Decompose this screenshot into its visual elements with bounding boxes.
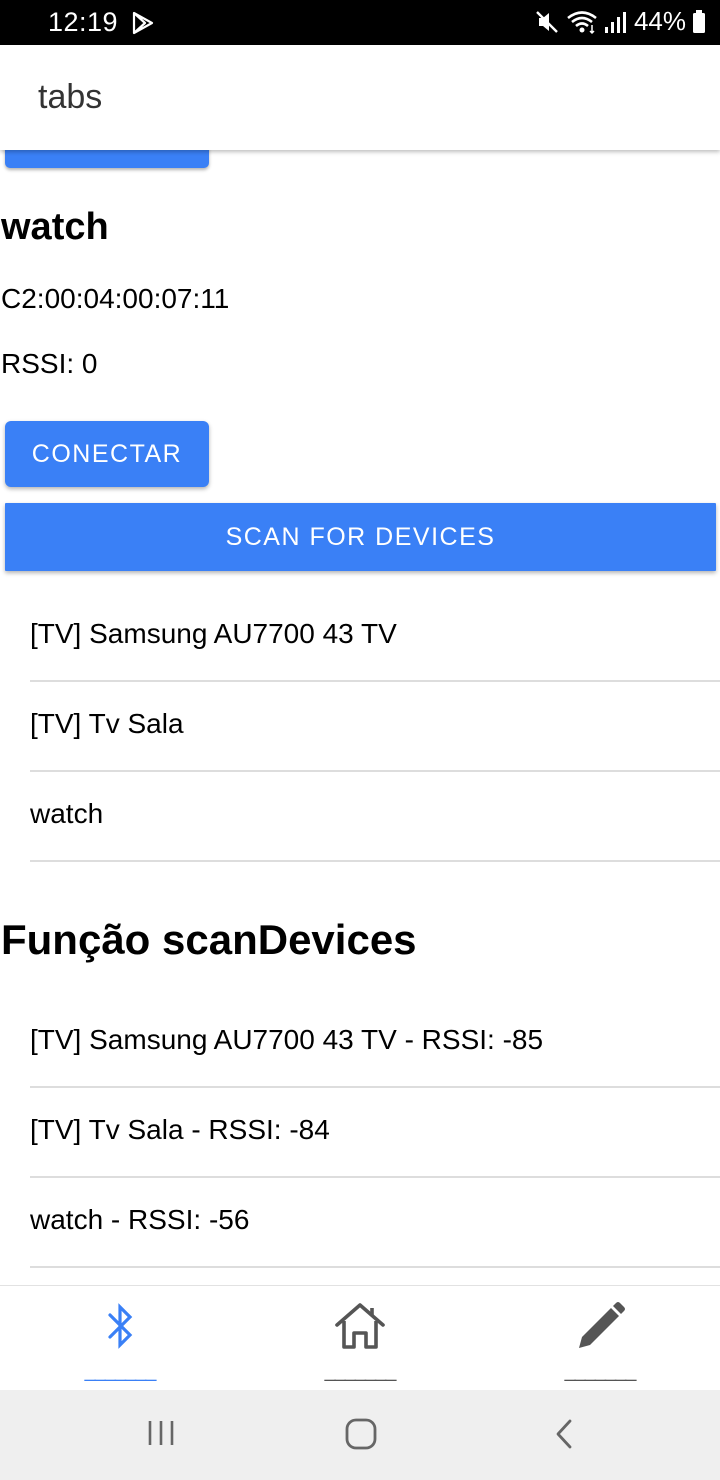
status-bar: 12:19 44% xyxy=(0,0,720,45)
app-title: tabs xyxy=(38,78,103,116)
previous-connect-button[interactable] xyxy=(5,150,209,168)
list-item[interactable]: [TV] Tv Sala xyxy=(30,682,720,772)
list-item[interactable]: [TV] Samsung AU7700 43 TV - RSSI: -85 xyxy=(30,998,720,1088)
tab-label: _______ xyxy=(84,1360,157,1382)
app-bar: tabs xyxy=(0,45,720,150)
scan-for-devices-button[interactable]: SCAN FOR DEVICES xyxy=(5,503,716,571)
home-icon xyxy=(335,1303,385,1349)
bluetooth-icon xyxy=(108,1303,133,1349)
section-title: Função scanDevices xyxy=(1,916,417,963)
devices-list: [TV] Samsung AU7700 43 TV [TV] Tv Sala w… xyxy=(30,592,720,862)
back-icon[interactable] xyxy=(552,1418,576,1450)
device-mac-address: C2:00:04:00:07:11 xyxy=(1,283,230,314)
tab-label: _______ xyxy=(324,1360,397,1382)
wifi-icon xyxy=(567,10,597,34)
battery-percent: 44% xyxy=(633,6,686,36)
mute-icon xyxy=(536,10,558,33)
tab-edit[interactable]: _______ xyxy=(480,1286,720,1391)
device-rssi: RSSI: 0 xyxy=(1,348,98,379)
tab-bluetooth[interactable]: _______ xyxy=(0,1286,240,1391)
list-item[interactable]: [TV] Tv Sala - RSSI: -84 xyxy=(30,1088,720,1178)
list-item[interactable]: watch xyxy=(30,772,720,862)
pencil-icon xyxy=(579,1302,625,1348)
device-name: watch xyxy=(1,206,109,248)
list-item[interactable] xyxy=(30,1268,720,1285)
scan-results-list: [TV] Samsung AU7700 43 TV - RSSI: -85 [T… xyxy=(30,998,720,1285)
status-icons: 44% xyxy=(534,6,706,37)
home-button-icon[interactable] xyxy=(345,1418,377,1450)
signal-icon xyxy=(604,11,626,33)
status-time: 12:19 xyxy=(48,7,119,37)
tab-home[interactable]: _______ xyxy=(240,1286,480,1391)
main-content[interactable]: watch C2:00:04:00:07:11 RSSI: 0 CONECTAR… xyxy=(0,150,720,1285)
connect-button[interactable]: CONECTAR xyxy=(5,421,209,487)
list-item[interactable]: watch - RSSI: -56 xyxy=(30,1178,720,1268)
play-store-icon xyxy=(132,11,154,35)
battery-icon xyxy=(693,9,705,33)
list-item[interactable]: [TV] Samsung AU7700 43 TV xyxy=(30,592,720,682)
bottom-tab-bar: _______ _______ _______ xyxy=(0,1285,720,1390)
tab-label: _______ xyxy=(564,1360,637,1382)
recent-apps-icon[interactable] xyxy=(146,1418,176,1448)
system-nav-bar xyxy=(0,1390,720,1480)
